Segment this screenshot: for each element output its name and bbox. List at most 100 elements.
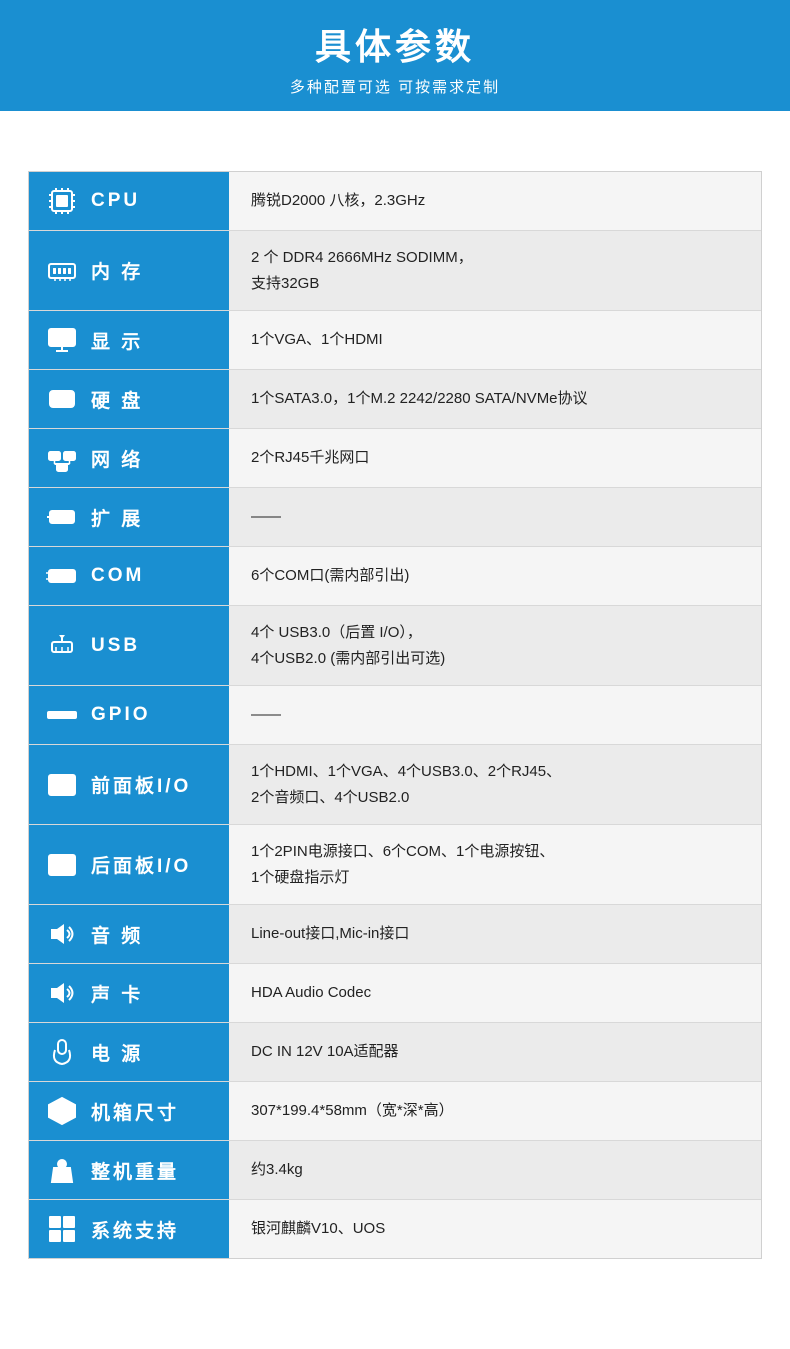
page-subtitle: 多种配置可选 可按需求定制: [10, 76, 780, 97]
rear-panel-icon: [43, 846, 81, 884]
label-cell-soundcard: 声 卡: [29, 964, 229, 1022]
value-cell-cpu: 腾锐D2000 八核，2.3GHz: [229, 172, 761, 230]
value-cell-harddisk: 1个SATA3.0，1个M.2 2242/2280 SATA/NVMe协议: [229, 370, 761, 428]
label-cell-chassis: 机箱尺寸: [29, 1082, 229, 1140]
value-cell-front-io: 1个HDMI、1个VGA、4个USB3.0、2个RJ45、2个音频口、4个USB…: [229, 745, 761, 824]
chassis-icon: [43, 1092, 81, 1130]
value-cell-display: 1个VGA、1个HDMI: [229, 311, 761, 369]
label-text-memory: 内 存: [91, 257, 143, 284]
row-memory: 内 存 2 个 DDR4 2666MHz SODIMM，支持32GB: [29, 231, 761, 311]
display-icon: [43, 321, 81, 359]
row-gpio: GPIO ——: [29, 686, 761, 745]
row-usb: USB 4个 USB3.0（后置 I/O），4个USB2.0 (需内部引出可选): [29, 606, 761, 686]
label-text-weight: 整机重量: [91, 1157, 179, 1184]
value-cell-os: 银河麒麟V10、UOS: [229, 1200, 761, 1258]
row-power: 电 源 DC IN 12V 10A适配器: [29, 1023, 761, 1082]
row-harddisk: 硬 盘 1个SATA3.0，1个M.2 2242/2280 SATA/NVMe协…: [29, 370, 761, 429]
memory-icon: [43, 252, 81, 290]
os-icon: [43, 1210, 81, 1248]
label-text-harddisk: 硬 盘: [91, 386, 143, 413]
value-cell-chassis: 307*199.4*58mm（宽*深*高）: [229, 1082, 761, 1140]
label-text-usb: USB: [91, 635, 140, 657]
value-text-gpio: ——: [251, 702, 281, 728]
row-cpu: CPU 腾锐D2000 八核，2.3GHz: [29, 172, 761, 231]
label-text-network: 网 络: [91, 445, 143, 472]
harddisk-icon: [43, 380, 81, 418]
value-text-network: 2个RJ45千兆网口: [251, 445, 369, 471]
label-text-chassis: 机箱尺寸: [91, 1098, 179, 1125]
label-cell-com: COM: [29, 547, 229, 605]
usb-icon: [43, 627, 81, 665]
value-cell-rear-io: 1个2PIN电源接口、6个COM、1个电源按钮、1个硬盘指示灯: [229, 825, 761, 904]
value-cell-gpio: ——: [229, 686, 761, 744]
label-cell-rear-io: 后面板I/O: [29, 825, 229, 904]
label-text-os: 系统支持: [91, 1216, 179, 1243]
label-cell-usb: USB: [29, 606, 229, 685]
row-com: COM 6个COM口(需内部引出): [29, 547, 761, 606]
label-cell-network: 网 络: [29, 429, 229, 487]
label-text-display: 显 示: [91, 327, 143, 354]
value-text-expand: ——: [251, 504, 281, 530]
value-text-audio: Line-out接口,Mic-in接口: [251, 921, 409, 947]
label-cell-weight: 整机重量: [29, 1141, 229, 1199]
cpu-icon: [43, 182, 81, 220]
label-cell-cpu: CPU: [29, 172, 229, 230]
front-panel-icon: [43, 766, 81, 804]
label-cell-power: 电 源: [29, 1023, 229, 1081]
row-network: 网 络 2个RJ45千兆网口: [29, 429, 761, 488]
label-text-expand: 扩 展: [91, 504, 143, 531]
value-text-usb: 4个 USB3.0（后置 I/O），4个USB2.0 (需内部引出可选): [251, 620, 445, 671]
label-text-cpu: CPU: [91, 190, 140, 212]
value-cell-weight: 约3.4kg: [229, 1141, 761, 1199]
row-weight: 整机重量 约3.4kg: [29, 1141, 761, 1200]
row-chassis: 机箱尺寸 307*199.4*58mm（宽*深*高）: [29, 1082, 761, 1141]
row-rear-io: 后面板I/O 1个2PIN电源接口、6个COM、1个电源按钮、1个硬盘指示灯: [29, 825, 761, 905]
value-cell-soundcard: HDA Audio Codec: [229, 964, 761, 1022]
value-cell-expand: ——: [229, 488, 761, 546]
label-text-front-io: 前面板I/O: [91, 771, 191, 798]
value-text-os: 银河麒麟V10、UOS: [251, 1216, 385, 1242]
row-audio: 音 频 Line-out接口,Mic-in接口: [29, 905, 761, 964]
value-text-weight: 约3.4kg: [251, 1157, 303, 1183]
gpio-icon: [43, 696, 81, 734]
value-text-chassis: 307*199.4*58mm（宽*深*高）: [251, 1098, 454, 1124]
value-text-front-io: 1个HDMI、1个VGA、4个USB3.0、2个RJ45、2个音频口、4个USB…: [251, 759, 561, 810]
label-cell-audio: 音 频: [29, 905, 229, 963]
row-front-io: 前面板I/O 1个HDMI、1个VGA、4个USB3.0、2个RJ45、2个音频…: [29, 745, 761, 825]
soundcard-icon: [43, 974, 81, 1012]
row-expand: 扩 展 ——: [29, 488, 761, 547]
label-text-soundcard: 声 卡: [91, 980, 143, 1007]
label-text-com: COM: [91, 565, 144, 587]
value-cell-com: 6个COM口(需内部引出): [229, 547, 761, 605]
value-cell-power: DC IN 12V 10A适配器: [229, 1023, 761, 1081]
page-title: 具体参数: [10, 18, 780, 70]
value-text-cpu: 腾锐D2000 八核，2.3GHz: [251, 188, 425, 214]
value-text-rear-io: 1个2PIN电源接口、6个COM、1个电源按钮、1个硬盘指示灯: [251, 839, 554, 890]
label-cell-display: 显 示: [29, 311, 229, 369]
value-text-harddisk: 1个SATA3.0，1个M.2 2242/2280 SATA/NVMe协议: [251, 386, 588, 412]
label-cell-memory: 内 存: [29, 231, 229, 310]
expand-icon: [43, 498, 81, 536]
row-os: 系统支持 银河麒麟V10、UOS: [29, 1200, 761, 1258]
label-cell-os: 系统支持: [29, 1200, 229, 1258]
value-text-memory: 2 个 DDR4 2666MHz SODIMM，支持32GB: [251, 245, 473, 296]
spec-table: CPU 腾锐D2000 八核，2.3GHz 内 存 2 个 DDR4 2666M…: [28, 171, 762, 1259]
value-cell-memory: 2 个 DDR4 2666MHz SODIMM，支持32GB: [229, 231, 761, 310]
label-text-audio: 音 频: [91, 921, 143, 948]
audio-icon: [43, 915, 81, 953]
label-text-gpio: GPIO: [91, 704, 151, 726]
value-text-soundcard: HDA Audio Codec: [251, 980, 371, 1006]
label-cell-gpio: GPIO: [29, 686, 229, 744]
value-text-display: 1个VGA、1个HDMI: [251, 327, 383, 353]
spacer: [0, 111, 790, 171]
value-cell-audio: Line-out接口,Mic-in接口: [229, 905, 761, 963]
label-text-power: 电 源: [91, 1039, 143, 1066]
network-icon: [43, 439, 81, 477]
power-icon: [43, 1033, 81, 1071]
value-cell-network: 2个RJ45千兆网口: [229, 429, 761, 487]
label-cell-front-io: 前面板I/O: [29, 745, 229, 824]
row-soundcard: 声 卡 HDA Audio Codec: [29, 964, 761, 1023]
label-cell-expand: 扩 展: [29, 488, 229, 546]
com-icon: [43, 557, 81, 595]
value-text-power: DC IN 12V 10A适配器: [251, 1039, 399, 1065]
